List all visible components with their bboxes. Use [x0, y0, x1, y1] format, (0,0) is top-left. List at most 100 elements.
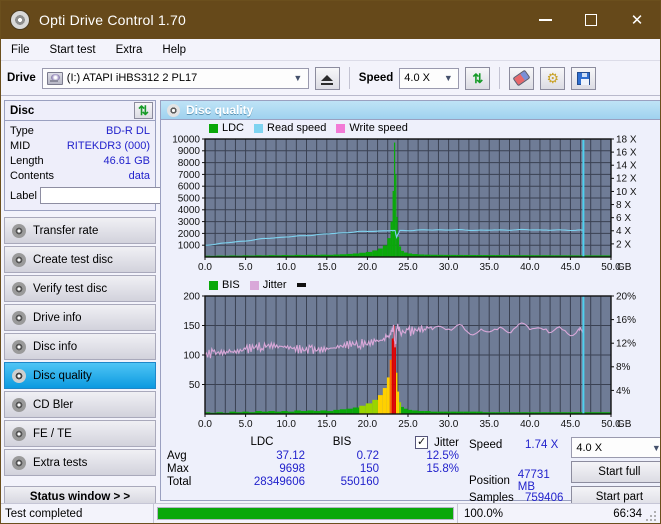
test-buttons: 4.0 X ▼ Start full Start part [571, 436, 660, 508]
resize-grip-icon[interactable] [646, 509, 658, 521]
toolbar: Drive (I:) ATAPI iHBS312 2 PL17 ▼ Speed … [1, 61, 660, 96]
svg-text:45.0: 45.0 [561, 262, 581, 273]
readout-value: 1.74 X [525, 438, 559, 451]
disc-icon [12, 281, 26, 296]
svg-text:8000: 8000 [178, 158, 201, 169]
disc-icon [12, 310, 26, 325]
svg-text:10000: 10000 [172, 135, 200, 145]
maximize-button[interactable] [568, 1, 614, 39]
legend-item-jitter: Jitter [249, 279, 287, 291]
legend-item-read-speed: Read speed [254, 122, 326, 134]
sidebar-item-label: Extra tests [33, 456, 88, 469]
drive-icon [46, 71, 63, 85]
maximize-icon [585, 14, 597, 26]
svg-text:5000: 5000 [178, 193, 201, 204]
legend-item-ldc: LDC [209, 122, 244, 134]
test-readouts: Speed 1.74 X Position 47731 MB Samples 7… [469, 436, 563, 508]
sidebar-item-label: FE / TE [33, 427, 72, 440]
progress-bar-fill [158, 508, 453, 519]
menu-item-help[interactable]: Help [160, 42, 188, 58]
stat-total-jitter [379, 476, 459, 488]
jitter-checkbox-label: Jitter [434, 436, 459, 449]
disc-icon [12, 339, 26, 354]
settings-button[interactable]: ⚙ [540, 66, 566, 90]
menu-item-extra[interactable]: Extra [114, 42, 145, 58]
test-speed-select[interactable]: 4.0 X ▼ [571, 437, 660, 458]
stat-max-bis: 150 [359, 463, 379, 475]
sidebar-item-extra-tests[interactable]: Extra tests [4, 449, 156, 476]
save-button[interactable] [571, 66, 597, 90]
minimize-button[interactable] [522, 1, 568, 39]
minimize-icon [538, 19, 552, 21]
menu-item-file[interactable]: File [9, 42, 32, 58]
readout-value: 47731 MB [517, 468, 550, 493]
svg-text:50: 50 [189, 380, 201, 391]
svg-text:30.0: 30.0 [439, 262, 459, 273]
app-icon [10, 10, 30, 30]
svg-text:10.0: 10.0 [276, 262, 296, 273]
sidebar-item-label: Drive info [33, 311, 82, 324]
body: Disc ⇅ Type BD-R DL MID RITEKDR3 (000) L… [1, 96, 660, 508]
disc-refresh-button[interactable]: ⇅ [134, 102, 153, 119]
progress-percent-text: 100.0% [464, 507, 504, 520]
svg-text:20.0: 20.0 [358, 419, 378, 430]
chart-2-wrapper: 50 100 150 200 4% 8% 12% 16% 20% 0.0 5.0 10.0 15.0 20… [161, 292, 660, 432]
sidebar-item-disc-info[interactable]: Disc info [4, 333, 156, 360]
svg-text:10.0: 10.0 [276, 419, 296, 430]
svg-text:14 X: 14 X [616, 161, 637, 172]
eject-button[interactable] [314, 66, 340, 90]
sidebar-item-transfer-rate[interactable]: Transfer rate [4, 217, 156, 244]
drive-select[interactable]: (I:) ATAPI iHBS312 2 PL17 ▼ [41, 67, 309, 89]
eject-icon [321, 75, 334, 85]
svg-text:12%: 12% [616, 339, 636, 350]
jitter-checkbox-row[interactable]: ✓ Jitter [379, 436, 459, 449]
disc-row-value: RITEKDR3 (000) [66, 139, 150, 152]
readout-value: 759406 [525, 491, 564, 504]
legend-item-bis: BIS [209, 279, 240, 291]
svg-text:16%: 16% [616, 315, 636, 326]
sidebar-item-label: Disc quality [33, 369, 92, 382]
sidebar-item-fe-te[interactable]: FE / TE [4, 420, 156, 447]
svg-text:4000: 4000 [178, 205, 201, 216]
svg-text:25.0: 25.0 [398, 419, 418, 430]
svg-text:18 X: 18 X [616, 135, 637, 145]
toolbar-separator-1 [348, 67, 350, 89]
progress-cell [153, 503, 458, 523]
start-full-button[interactable]: Start full [571, 461, 660, 483]
jitter-checkbox[interactable]: ✓ [415, 436, 429, 449]
ldc-read-speed-chart[interactable]: 1000200030004000500060007000800090001000… [161, 135, 653, 275]
stat-row-key-avg: Avg [167, 450, 187, 462]
chart-1-wrapper: 1000 2000 3000 4000 5000 6000 7000 8000 9000 1000… [161, 135, 660, 275]
svg-text:20%: 20% [616, 292, 636, 302]
sidebar-item-verify-test-disc[interactable]: Verify test disc [4, 275, 156, 302]
disc-row-type: Type BD-R DL [10, 123, 150, 138]
svg-text:2 X: 2 X [616, 239, 631, 250]
menu-item-start-test[interactable]: Start test [48, 42, 98, 58]
svg-text:40.0: 40.0 [520, 262, 540, 273]
refresh-button[interactable]: ⇅ [465, 66, 491, 90]
elapsed-time: 66:34 [613, 507, 642, 520]
svg-text:8%: 8% [616, 362, 631, 373]
test-speed-value: 4.0 X [576, 441, 603, 454]
stat-avg-jitter: 12.5% [426, 450, 459, 462]
legend-label: Jitter [262, 279, 287, 291]
disc-row-contents: Contents data [10, 168, 150, 183]
bis-jitter-chart[interactable]: 50 100 150 200 4% 8% 12% 16% 20% 0.0 5.0 10.0 15.0 20… [161, 292, 653, 432]
disc-row-length: Length 46.61 GB [10, 153, 150, 168]
sidebar-item-label: Create test disc [33, 253, 113, 266]
legend-label: BIS [222, 279, 240, 291]
legend-label: Write speed [349, 122, 408, 134]
sidebar-item-create-test-disc[interactable]: Create test disc [4, 246, 156, 273]
drive-label: Drive [7, 72, 36, 84]
disc-label-key: Label [10, 189, 37, 202]
disc-label-row: Label [10, 185, 241, 206]
sidebar-item-drive-info[interactable]: Drive info [4, 304, 156, 331]
sidebar-item-disc-quality[interactable]: Disc quality [4, 362, 156, 389]
svg-text:12 X: 12 X [616, 174, 637, 185]
sidebar-item-cd-bler[interactable]: CD Bler [4, 391, 156, 418]
svg-text:0.0: 0.0 [198, 419, 212, 430]
close-button[interactable]: ✕ [614, 1, 660, 39]
erase-button[interactable] [509, 66, 535, 90]
drive-select-value: (I:) ATAPI iHBS312 2 PL17 [66, 72, 198, 84]
speed-select[interactable]: 4.0 X ▼ [399, 67, 460, 89]
